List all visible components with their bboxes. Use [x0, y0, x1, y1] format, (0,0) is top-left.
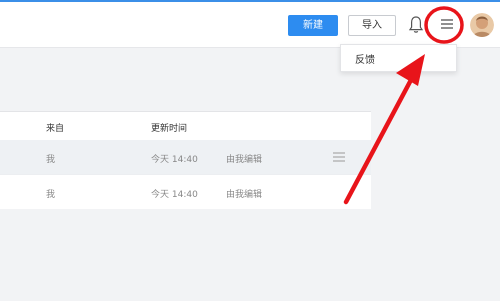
row-menu-icon[interactable]: [332, 150, 346, 164]
dropdown-item-feedback[interactable]: 反馈: [355, 51, 375, 66]
avatar[interactable]: [470, 13, 494, 37]
cell-from: 我: [46, 190, 56, 200]
file-table: 来自 更新时间 我 今天 14:40 由我编辑 我 今天 14:40 由我编辑: [0, 111, 371, 209]
top-bar: 新建 导入: [0, 0, 500, 48]
table-row[interactable]: 我 今天 14:40 由我编辑: [0, 174, 371, 209]
import-button[interactable]: 导入: [348, 15, 396, 36]
dropdown-menu: 反馈: [340, 44, 457, 72]
table-header: 来自 更新时间: [0, 112, 371, 140]
cell-updated: 今天 14:40: [151, 155, 198, 165]
cell-editor: 由我编辑: [226, 190, 263, 200]
cell-editor: 由我编辑: [226, 155, 263, 165]
cell-from: 我: [46, 155, 56, 165]
column-header-updated[interactable]: 更新时间: [151, 121, 187, 134]
new-button[interactable]: 新建: [288, 15, 338, 36]
bell-icon[interactable]: [408, 15, 424, 35]
table-row[interactable]: 我 今天 14:40 由我编辑: [0, 140, 371, 174]
column-header-from[interactable]: 来自: [46, 121, 64, 134]
cell-updated: 今天 14:40: [151, 190, 198, 200]
menu-icon[interactable]: [437, 14, 457, 34]
